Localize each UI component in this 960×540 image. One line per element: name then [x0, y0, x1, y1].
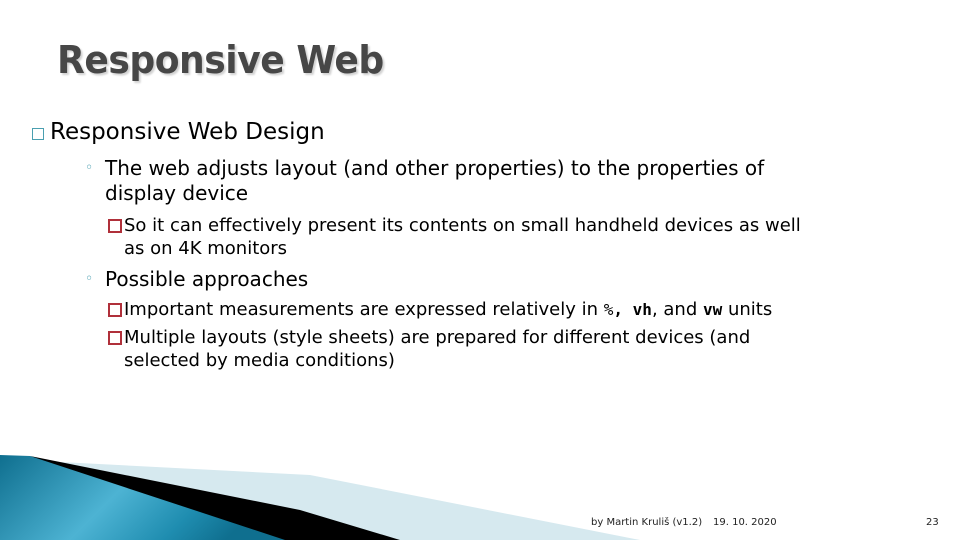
bullet-item-1: ◦ The web adjusts layout (and other prop…	[85, 156, 845, 206]
bullet-item-2: ◦ Possible approaches	[85, 267, 845, 292]
sep2: , and	[651, 299, 703, 320]
level1-item: Responsive Web Design	[32, 119, 325, 145]
circle-bullet-icon: ◦	[85, 160, 94, 176]
footer-page-number: 23	[926, 517, 939, 528]
sep1: ,	[613, 300, 633, 319]
footer-date: 19. 10. 2020	[713, 517, 777, 528]
circle-bullet-icon: ◦	[85, 271, 94, 287]
sub-item-2-2: Multiple layouts (style sheets) are prep…	[108, 326, 868, 372]
unit-vh: vh	[632, 300, 652, 319]
sub-item-2-2-line1: Multiple layouts (style sheets) are prep…	[124, 327, 751, 348]
slide-title: Responsive Web	[57, 38, 384, 82]
sub-item-2-1-post: units	[722, 299, 773, 320]
square-bullet-icon	[108, 331, 122, 345]
sub-item-2-1-pre: Important measurements are expressed rel…	[124, 299, 604, 320]
sub-item-2-1-text: Important measurements are expressed rel…	[124, 298, 868, 321]
unit-percent: %	[603, 300, 614, 319]
slide: Responsive Web Responsive Web Design ◦ T…	[0, 0, 960, 540]
bullet-item-2-label: Possible approaches	[105, 267, 309, 291]
sub-item-1-1: So it can effectively present its conten…	[108, 214, 868, 260]
footer-author: by Martin Kruliš (v1.2)	[591, 517, 703, 528]
sub-item-2-2-line2: selected by media conditions)	[124, 350, 395, 371]
square-bullet-icon	[108, 303, 122, 317]
square-bullet-icon	[108, 219, 122, 233]
bullet-item-1-line1: The web adjusts layout (and other proper…	[105, 156, 765, 180]
bullet-item-1-line2: display device	[105, 181, 249, 205]
sub-item-1-1-line2: as on 4K monitors	[124, 238, 288, 259]
sub-item-1-1-line1: So it can effectively present its conten…	[124, 215, 801, 236]
sub-item-2-1: Important measurements are expressed rel…	[108, 298, 868, 321]
level1-label: Responsive Web Design	[50, 119, 325, 145]
square-bullet-icon	[32, 127, 44, 140]
unit-vw: vw	[702, 300, 723, 319]
